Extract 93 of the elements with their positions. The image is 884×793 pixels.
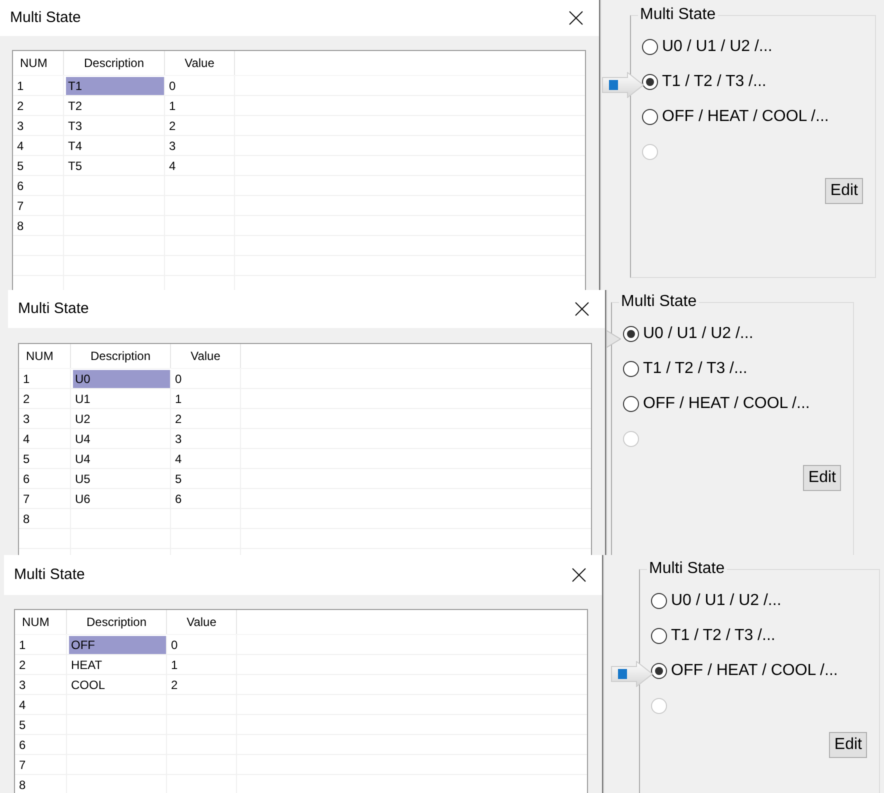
table-cell: 7	[15, 755, 67, 774]
radio-label[interactable]: OFF / HEAT / COOL /...	[671, 662, 838, 680]
radio-label[interactable]: OFF / HEAT / COOL /...	[643, 394, 810, 412]
table-cell: 1	[167, 655, 237, 674]
table-cell: 1	[13, 76, 64, 95]
table-cell: 6	[13, 176, 64, 195]
group-title: Multi State	[639, 6, 717, 24]
column-header[interactable]: Description	[71, 344, 171, 368]
table-cell: U1	[71, 389, 171, 408]
table-cell: 1	[171, 389, 241, 408]
table-cell: 7	[19, 489, 71, 508]
edit-button[interactable]: Edit	[825, 178, 863, 204]
table-cell: T5	[64, 156, 165, 175]
table-cell: U5	[71, 469, 171, 488]
radio-label[interactable]: T1 / T2 / T3 /...	[643, 360, 748, 378]
column-header[interactable]: Description	[67, 610, 167, 634]
table-cell: 4	[13, 136, 64, 155]
table-cell: OFF	[69, 636, 167, 654]
column-header[interactable]: Description	[64, 51, 165, 75]
table-cell: 6	[19, 469, 71, 488]
radio-button[interactable]	[642, 38, 658, 54]
column-header[interactable]: Value	[167, 610, 237, 634]
table-cell: U0	[73, 370, 171, 388]
table-cell: T4	[64, 136, 165, 155]
table-cell: 1	[165, 96, 235, 115]
table-cell: 5	[171, 469, 241, 488]
table-cell: 6	[15, 735, 67, 754]
table-cell: 6	[171, 489, 241, 508]
edit-button[interactable]: Edit	[803, 465, 841, 491]
table-cell: 1	[15, 635, 67, 654]
radio-label[interactable]: U0 / U1 / U2 /...	[643, 324, 754, 342]
table-cell: 4	[171, 449, 241, 468]
table-cell: U2	[71, 409, 171, 428]
table-cell: 2	[19, 389, 71, 408]
radio-button[interactable]	[642, 74, 658, 90]
table-cell: 4	[15, 695, 67, 714]
radio-button[interactable]	[623, 326, 639, 342]
table-cell: 2	[15, 655, 67, 674]
table-cell: COOL	[67, 675, 167, 694]
table-cell: 4	[165, 156, 235, 175]
radio-button[interactable]	[623, 360, 639, 376]
table-cell: 3	[171, 429, 241, 448]
table-cell: 4	[19, 429, 71, 448]
table-cell: 2	[13, 96, 64, 115]
table-cell: 3	[13, 116, 64, 135]
table-cell: 0	[165, 76, 235, 95]
table-cell: T2	[64, 96, 165, 115]
table-cell: 2	[165, 116, 235, 135]
table-cell: T1	[66, 77, 165, 95]
radio-label[interactable]: OFF / HEAT / COOL /...	[662, 108, 829, 126]
table-cell: U4	[71, 429, 171, 448]
table-cell: HEAT	[67, 655, 167, 674]
radio-button[interactable]	[651, 592, 667, 608]
table-cell: 5	[19, 449, 71, 468]
radio-label[interactable]: T1 / T2 / T3 /...	[662, 72, 766, 90]
table-cell: U6	[71, 489, 171, 508]
radio-button[interactable]	[642, 108, 658, 124]
window-title: Multi State	[9, 9, 81, 27]
table-cell: 5	[15, 715, 67, 734]
table-cell: 8	[13, 216, 64, 235]
close-icon	[569, 11, 583, 25]
table-cell: 5	[13, 156, 64, 175]
radio-label[interactable]: U0 / U1 / U2 /...	[662, 38, 772, 56]
table-cell: 3	[165, 136, 235, 155]
table-cell: T3	[64, 116, 165, 135]
radio-label[interactable]: U0 / U1 / U2 /...	[671, 592, 782, 610]
column-header[interactable]: NUM	[15, 610, 67, 634]
radio-label[interactable]: T1 / T2 / T3 /...	[671, 626, 776, 644]
table-cell: 2	[171, 409, 241, 428]
table-cell: 0	[171, 369, 241, 388]
column-header[interactable]: NUM	[19, 344, 71, 368]
table-cell: 0	[167, 635, 237, 654]
radio-button[interactable]	[651, 628, 667, 644]
radio-button[interactable]	[623, 396, 639, 412]
group-title: Multi State	[648, 560, 726, 578]
table-cell: 8	[19, 509, 71, 528]
column-header[interactable]: NUM	[13, 51, 64, 75]
window-title: Multi State	[13, 566, 85, 584]
group-title: Multi State	[620, 293, 698, 311]
close-icon	[575, 302, 589, 316]
close-icon	[572, 568, 586, 582]
table-cell: 3	[19, 409, 71, 428]
radio-button[interactable]	[651, 662, 667, 678]
table-cell: 1	[19, 369, 71, 388]
column-header[interactable]: Value	[171, 344, 241, 368]
table-cell: 7	[13, 196, 64, 215]
edit-button[interactable]: Edit	[829, 732, 867, 758]
table-cell: U4	[71, 449, 171, 468]
column-header[interactable]: Value	[165, 51, 235, 75]
table-cell: 8	[15, 775, 67, 793]
table-cell: 2	[167, 675, 237, 694]
table-cell: 3	[15, 675, 67, 694]
window-title: Multi State	[17, 300, 89, 318]
